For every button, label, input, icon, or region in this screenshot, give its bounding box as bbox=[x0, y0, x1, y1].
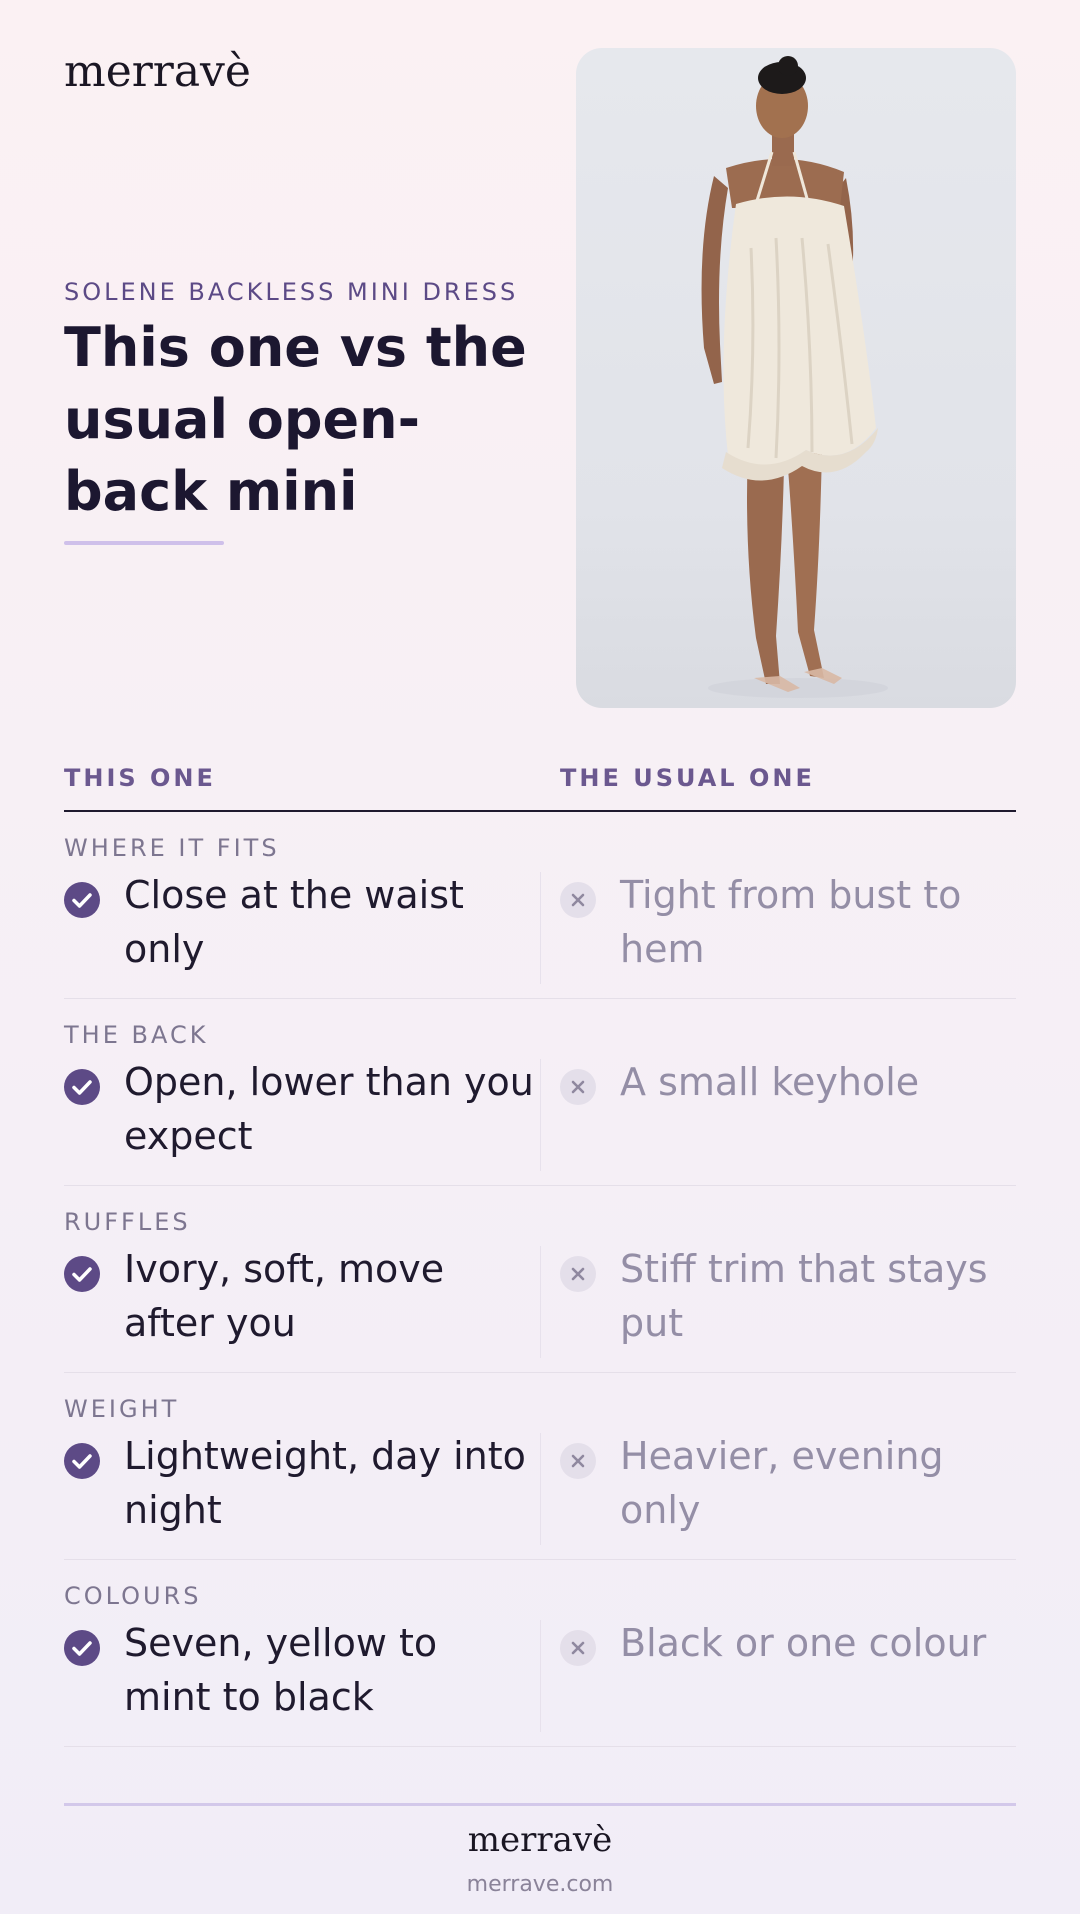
product-photo bbox=[576, 48, 1016, 708]
this-one-value: Ivory, soft, move after you bbox=[124, 1247, 445, 1345]
column-divider bbox=[540, 1246, 541, 1358]
usual-one-value: Tight from bust to hem bbox=[620, 873, 962, 971]
footer-rule bbox=[64, 1803, 1016, 1806]
footer-logo: merravè bbox=[467, 1820, 613, 1860]
product-eyebrow: SOLENE BACKLESS MINI DRESS bbox=[64, 278, 519, 306]
comparison-row: WHERE IT FITS Close at the waist only Ti… bbox=[64, 812, 1016, 999]
check-circle-icon bbox=[64, 1069, 100, 1105]
page-headline: This one vs the usual open-back mini bbox=[64, 316, 527, 523]
this-one-value: Close at the waist only bbox=[124, 873, 464, 971]
comparison-row: THE BACK Open, lower than you expect A s… bbox=[64, 999, 1016, 1186]
x-circle-icon bbox=[560, 1256, 596, 1292]
this-one-header: THIS ONE bbox=[64, 764, 216, 792]
check-circle-icon bbox=[64, 882, 100, 918]
x-circle-icon bbox=[560, 1630, 596, 1666]
row-label: THE BACK bbox=[64, 1021, 209, 1049]
check-circle-icon bbox=[64, 1630, 100, 1666]
usual-one-value: Black or one colour bbox=[620, 1621, 987, 1665]
this-one-value: Seven, yellow to mint to black bbox=[124, 1621, 438, 1719]
comparison-row: WEIGHT Lightweight, day into night Heavi… bbox=[64, 1373, 1016, 1560]
this-one-value: Open, lower than you expect bbox=[124, 1060, 534, 1158]
model-illustration bbox=[701, 56, 888, 698]
x-circle-icon bbox=[560, 1069, 596, 1105]
comparison-row: COLOURS Seven, yellow to mint to black B… bbox=[64, 1560, 1016, 1747]
usual-one-value: Stiff trim that stays put bbox=[620, 1247, 988, 1345]
column-divider bbox=[540, 1433, 541, 1545]
column-divider bbox=[540, 872, 541, 984]
check-circle-icon bbox=[64, 1443, 100, 1479]
row-label: RUFFLES bbox=[64, 1208, 191, 1236]
accent-rule bbox=[64, 541, 224, 545]
row-label: COLOURS bbox=[64, 1582, 202, 1610]
row-label: WEIGHT bbox=[64, 1395, 180, 1423]
column-divider bbox=[540, 1059, 541, 1171]
check-circle-icon bbox=[64, 1256, 100, 1292]
column-divider bbox=[540, 1620, 541, 1732]
usual-one-value: A small keyhole bbox=[620, 1060, 920, 1104]
footer-url-link[interactable]: merrave.com bbox=[0, 1872, 1080, 1897]
usual-one-header: THE USUAL ONE bbox=[560, 764, 815, 792]
brand-logo: merravè bbox=[64, 46, 251, 97]
x-circle-icon bbox=[560, 1443, 596, 1479]
comparison-table: WHERE IT FITS Close at the waist only Ti… bbox=[64, 812, 1016, 1747]
comparison-header: THIS ONE THE USUAL ONE bbox=[64, 762, 1016, 812]
row-label: WHERE IT FITS bbox=[64, 834, 280, 862]
this-one-value: Lightweight, day into night bbox=[124, 1434, 526, 1532]
comparison-row: RUFFLES Ivory, soft, move after you Stif… bbox=[64, 1186, 1016, 1373]
usual-one-value: Heavier, evening only bbox=[620, 1434, 944, 1532]
x-circle-icon bbox=[560, 882, 596, 918]
